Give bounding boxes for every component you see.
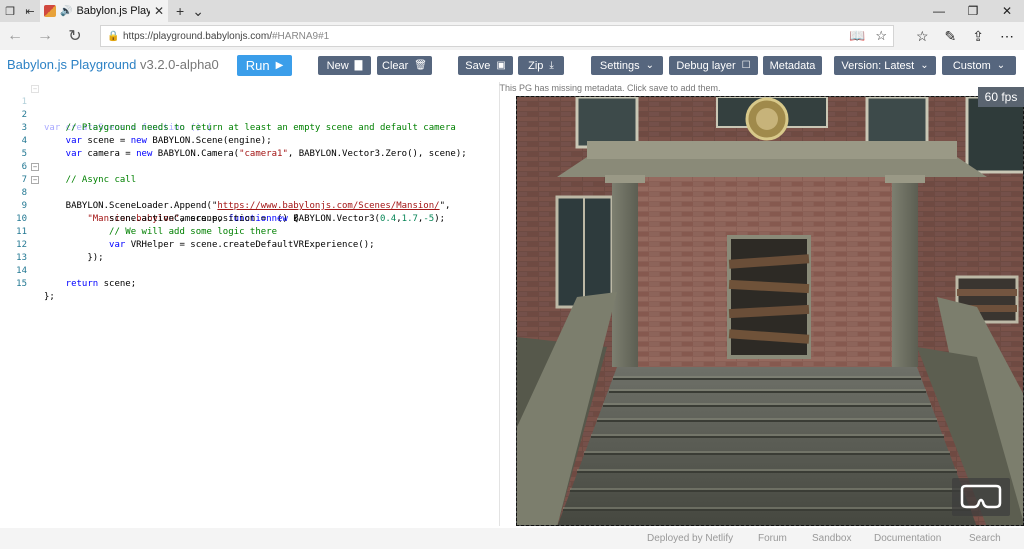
brand-title: Babylon.js Playground v3.2.0-alpha0 xyxy=(7,57,219,72)
debug-layer-button[interactable]: Debug layer ☐ xyxy=(669,56,758,75)
chevron-down-icon: ⌄ xyxy=(996,60,1006,71)
settings-label: Settings xyxy=(599,59,640,72)
fps-counter: 60 fps xyxy=(978,87,1024,107)
fold-toggle-icon[interactable]: − xyxy=(31,176,39,184)
chevron-down-icon: ⌄ xyxy=(920,60,929,71)
download-icon: ⤓ xyxy=(549,60,554,71)
search-link[interactable]: Search xyxy=(969,533,1001,544)
new-tab-icon[interactable]: + xyxy=(176,3,184,19)
new-button[interactable]: New ▇ xyxy=(318,56,371,75)
clear-label: Clear xyxy=(382,59,409,72)
trash-icon: 🗑 xyxy=(414,60,427,71)
url-field[interactable]: 🔒 https://playground.babylonjs.com/ #HAR… xyxy=(100,25,894,47)
favorite-star-icon[interactable]: ☆ xyxy=(875,28,887,44)
save-label: Save xyxy=(465,59,491,72)
documentation-link[interactable]: Documentation xyxy=(874,533,941,544)
code-line: 3 var scene = new BABYLON.Scene(engine); xyxy=(0,109,499,146)
chevron-down-icon[interactable]: ⌄ xyxy=(192,3,204,20)
minimize-icon[interactable]: — xyxy=(922,0,956,22)
chevron-down-icon: ⌄ xyxy=(645,60,655,71)
code-text: }; xyxy=(44,292,55,302)
save-button[interactable]: Save ▣ xyxy=(458,56,513,75)
code-line: 12 }); xyxy=(0,226,499,263)
line-number: 15 xyxy=(16,279,27,289)
metadata-notice: This PG has missing metadata. Click save… xyxy=(499,82,1024,95)
footer: Deployed by Netlify Forum Sandbox Docume… xyxy=(0,528,1024,549)
custom-select-label: Custom xyxy=(952,59,991,72)
code-line: 9 scene.activeCamera.position = new BABY… xyxy=(0,187,499,224)
fold-toggle-icon[interactable]: − xyxy=(31,85,39,93)
address-bar-row: ← → ↻ 🔒 https://playground.babylonjs.com… xyxy=(0,22,1024,50)
tabs-aside-icon[interactable]: ⇤ xyxy=(20,0,40,22)
code-line: 7 − BABYLON.SceneLoader.Append("https://… xyxy=(0,161,499,211)
code-line: 14 return scene; xyxy=(0,252,499,289)
code-line: 13 xyxy=(0,239,499,263)
render-canvas[interactable] xyxy=(516,96,1024,526)
lock-icon: 🔒 xyxy=(107,30,120,42)
url-path: #HARNA9#1 xyxy=(271,30,330,42)
babylon-favicon-icon xyxy=(44,5,56,17)
code-line: 4 var camera = new BABYLON.Camera("camer… xyxy=(0,122,499,159)
metadata-notice-text: This PG has missing metadata. Click save… xyxy=(499,83,721,93)
code-line: 15 }; xyxy=(0,265,499,302)
deployed-by-netlify-link[interactable]: Deployed by Netlify xyxy=(647,533,733,544)
tab-actions-icon[interactable]: ❐ xyxy=(0,0,20,22)
settings-button[interactable]: Settings ⌄ xyxy=(591,56,663,75)
code-line: 8 − "Mansion.babylon", scene, function (… xyxy=(0,174,499,224)
play-icon: ▶ xyxy=(275,60,284,71)
code-line: 10 // We will add some logic there xyxy=(0,200,499,237)
clear-button[interactable]: Clear 🗑 xyxy=(377,56,432,75)
code-token: scene; xyxy=(98,279,137,289)
browser-tab-strip: ❐ ⇤ 🔊 Babylon.js Playgrou ✕ + ⌄ — ❐ ✕ xyxy=(0,0,1024,22)
refresh-icon[interactable]: ↻ xyxy=(60,22,90,50)
code-line: 11 var VRHelper = scene.createDefaultVRE… xyxy=(0,213,499,250)
speaker-icon[interactable]: 🔊 xyxy=(60,6,72,17)
close-window-icon[interactable]: ✕ xyxy=(990,0,1024,22)
brand-version: v3.2.0-alpha0 xyxy=(139,57,219,72)
zip-label: Zip xyxy=(528,59,544,72)
metadata-button[interactable]: Metadata xyxy=(763,56,822,75)
more-menu-icon[interactable]: ⋯ xyxy=(1000,28,1014,45)
brand-name: Babylon.js Playground xyxy=(7,57,137,72)
sandbox-link[interactable]: Sandbox xyxy=(812,533,851,544)
code-line: 6 // Async call xyxy=(0,148,499,185)
tab-title: Babylon.js Playgrou xyxy=(76,5,150,17)
code-editor[interactable]: 1 − var createScene = function () { 2 //… xyxy=(0,82,500,526)
version-select-label: Version: Latest xyxy=(841,59,915,72)
debug-label: Debug layer xyxy=(676,59,736,72)
metadata-label: Metadata xyxy=(769,59,816,72)
floppy-icon: ▣ xyxy=(496,60,506,71)
restore-icon[interactable]: ❐ xyxy=(956,0,990,22)
code-token: return xyxy=(44,279,99,289)
browser-tab[interactable]: 🔊 Babylon.js Playgrou ✕ xyxy=(40,0,168,22)
url-host: https://playground.babylonjs.com/ xyxy=(123,30,272,42)
close-tab-icon[interactable]: ✕ xyxy=(154,4,164,18)
code-line: 5 xyxy=(0,135,499,159)
mansion-scene-image xyxy=(517,97,1023,525)
notes-pen-icon[interactable]: ✎ xyxy=(945,28,957,45)
reading-view-icon[interactable]: 📖 xyxy=(849,28,865,44)
vr-headset-button[interactable] xyxy=(952,478,1010,516)
zip-button[interactable]: Zip ⤓ xyxy=(518,56,564,75)
custom-select[interactable]: Custom ⌄ xyxy=(942,56,1016,75)
share-icon[interactable]: ⇪ xyxy=(972,28,984,45)
code-line: 2 // Playground needs to return at least… xyxy=(0,96,499,133)
favorites-hub-icon[interactable]: ☆ xyxy=(916,28,929,45)
file-icon: ▇ xyxy=(354,60,363,71)
forum-link[interactable]: Forum xyxy=(758,533,787,544)
new-label: New xyxy=(326,59,349,72)
fold-toggle-icon[interactable]: − xyxy=(31,163,39,171)
version-select[interactable]: Version: Latest ⌄ xyxy=(834,56,936,75)
run-button[interactable]: Run ▶ xyxy=(237,55,292,76)
playground-toolbar: Babylon.js Playground v3.2.0-alpha0 Run … xyxy=(0,50,1024,82)
run-label: Run xyxy=(245,58,270,73)
checkbox-icon: ☐ xyxy=(741,60,751,71)
back-icon[interactable]: ← xyxy=(0,22,30,50)
vr-headset-icon xyxy=(960,484,1002,509)
forward-icon[interactable]: → xyxy=(30,22,60,50)
